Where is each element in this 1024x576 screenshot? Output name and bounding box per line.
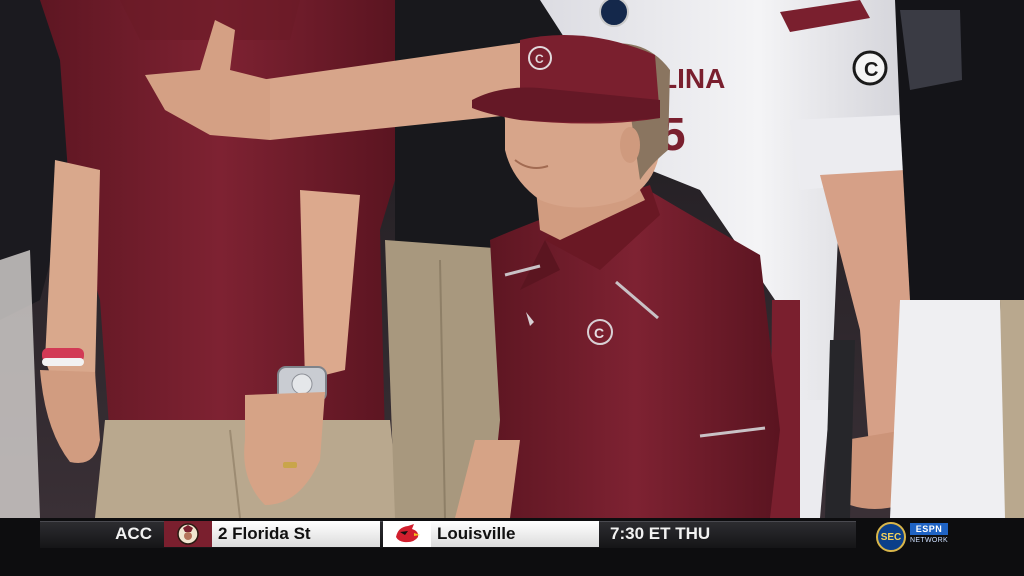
sec-logo-icon: SEC	[876, 522, 906, 552]
team2-name: Louisville	[437, 524, 516, 543]
conference-label: ACC	[115, 524, 152, 543]
team2-box: Louisville	[383, 521, 599, 547]
espn-network-wordmark: ESPN NETWORK	[910, 523, 948, 551]
cardinal-bird-icon	[383, 521, 431, 547]
team1-box: 2 Florida St	[164, 521, 380, 547]
broadcast-frame: LINA 5 C C C	[0, 0, 1024, 518]
shirt-logo-icon: C	[587, 319, 613, 345]
network-label: NETWORK	[910, 537, 948, 544]
svg-text:C: C	[535, 52, 544, 66]
team1-name: 2 Florida St	[218, 524, 311, 543]
svg-text:C: C	[594, 325, 604, 341]
seminole-head-icon	[164, 521, 212, 547]
score-ticker: ACC 2 Florida St Louisville 7:30 ET THU …	[0, 518, 1024, 576]
sideline-scene: LINA 5 C C C	[0, 0, 1024, 518]
network-logo: SEC ESPN NETWORK	[868, 518, 1024, 556]
espn-label: ESPN	[910, 523, 948, 535]
game-time: 7:30 ET THU	[610, 524, 711, 543]
svg-text:C: C	[864, 59, 878, 81]
svg-text:LINA: LINA	[660, 63, 725, 94]
